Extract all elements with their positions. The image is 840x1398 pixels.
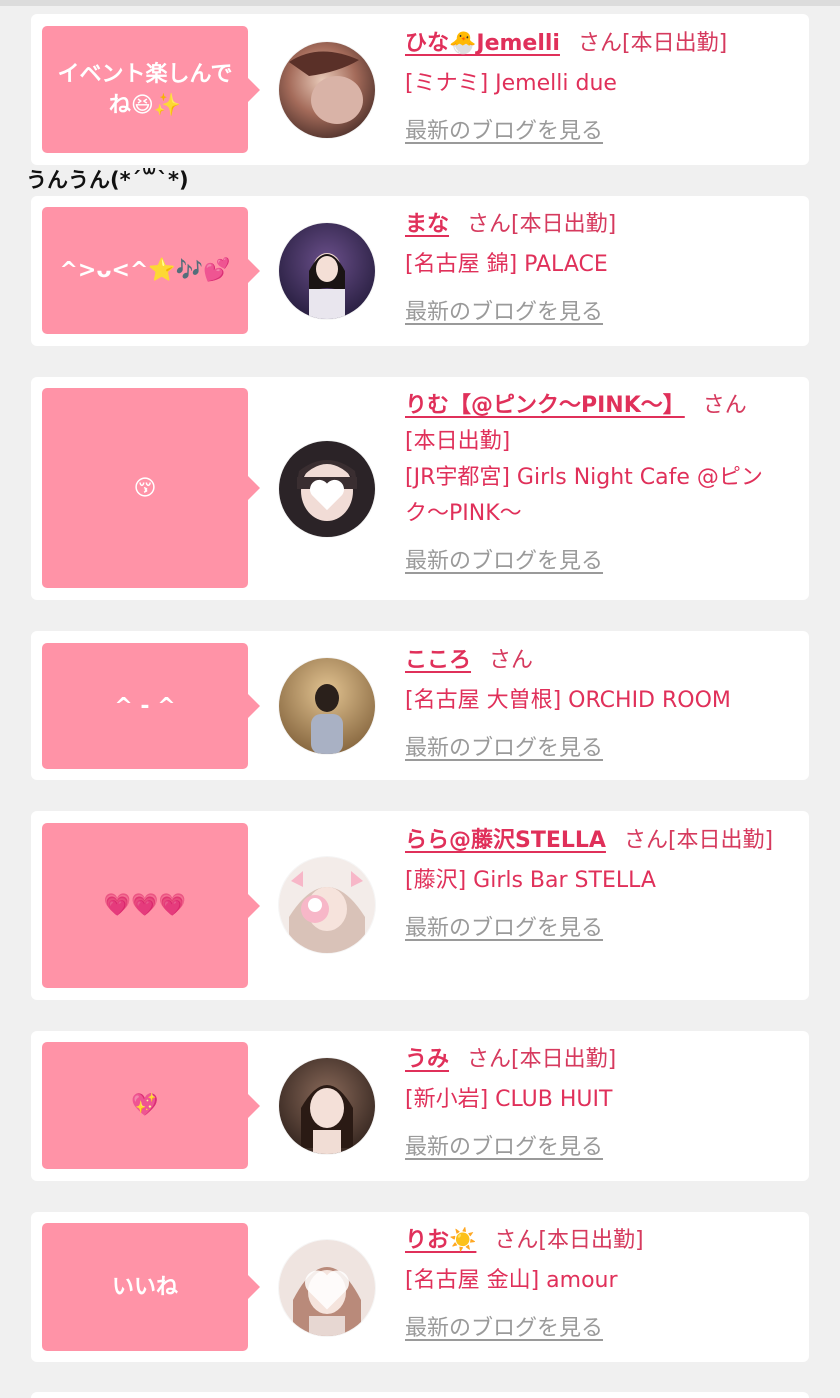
latest-blog-link[interactable]: 最新のブログを見る xyxy=(405,114,795,150)
heart-icon xyxy=(310,479,344,510)
honorific: さん xyxy=(494,1228,539,1253)
blog-feed-page: イベント楽しんでね😆✨ ひな🐣Jemelli さん[本日出勤] [ミナミ] Jem… xyxy=(0,0,840,1398)
girl-info: らら@藤沢STELLA さん[本日出勤] [藤沢] Girls Bar STELL… xyxy=(405,823,795,947)
avatar[interactable] xyxy=(279,857,375,953)
avatar[interactable] xyxy=(279,42,375,138)
girl-name-link[interactable]: こころ xyxy=(405,648,471,673)
comment-bubble: ^>ᴗ<^⭐🎶💕 xyxy=(42,207,260,334)
latest-blog-link[interactable]: 最新のブログを見る xyxy=(405,911,795,947)
comment-text: いいね xyxy=(111,1274,178,1300)
shop-name: [名古屋 大曽根] ORCHID ROOM xyxy=(405,688,731,713)
girl-card: 💖 うみ さん[本日出勤] [新小岩] CLUB HUIT 最新のブログを見る xyxy=(31,1031,809,1181)
shop-name: [藤沢] Girls Bar STELLA xyxy=(405,868,656,893)
comment-bubble: いいね xyxy=(42,1223,260,1351)
girl-card: いいね りお☀️ さん[本日出勤] [名古屋 金山] amour 最新のブログを見… xyxy=(31,1212,809,1362)
girl-card: ^ - ^ こころ さん [名古屋 大曽根] ORCHID ROOM 最新のブログ… xyxy=(31,631,809,780)
girl-card: ^>ᴗ<^⭐🎶💕 まな さん[本日出勤] [名古屋 錦] PALACE 最新のブ… xyxy=(31,196,809,346)
girl-info: りむ【@ピンク〜PINK〜】 さん [本日出勤] [JR宇都宮] Girls Ni… xyxy=(405,388,795,580)
girl-card: イベント楽しんでね😆✨ ひな🐣Jemelli さん[本日出勤] [ミナミ] Jem… xyxy=(31,14,809,165)
girl-name-link[interactable]: らら@藤沢STELLA xyxy=(405,828,606,853)
comment-text: 💗💗💗 xyxy=(103,893,187,918)
shop-name: [JR宇都宮] Girls Night Cafe @ピンク〜PINK〜 xyxy=(405,465,763,526)
girl-info: うみ さん[本日出勤] [新小岩] CLUB HUIT 最新のブログを見る xyxy=(405,1042,795,1166)
latest-blog-link[interactable]: 最新のブログを見る xyxy=(405,544,795,580)
comment-text: ^ - ^ xyxy=(114,693,176,719)
heart-icon xyxy=(305,1270,349,1310)
latest-blog-link[interactable]: 最新のブログを見る xyxy=(405,1130,795,1166)
avatar-photo xyxy=(279,1058,375,1154)
comment-text: 😚 xyxy=(133,475,157,501)
girl-name-link[interactable]: りお☀️ xyxy=(405,1228,476,1253)
work-status: [本日出勤] xyxy=(511,1047,617,1072)
girl-info: ひな🐣Jemelli さん[本日出勤] [ミナミ] Jemelli due 最新の… xyxy=(405,26,795,150)
next-card-peek xyxy=(31,1392,809,1398)
comment-text: 💖 xyxy=(131,1093,159,1118)
avatar-photo xyxy=(279,658,375,754)
honorific: さん xyxy=(577,31,622,56)
girl-info: りお☀️ さん[本日出勤] [名古屋 金山] amour 最新のブログを見る xyxy=(405,1223,795,1347)
comment-bubble: ^ - ^ xyxy=(42,643,260,769)
latest-blog-link[interactable]: 最新のブログを見る xyxy=(405,731,795,767)
work-status: [本日出勤] xyxy=(667,828,774,853)
avatar[interactable] xyxy=(279,658,375,754)
work-status: [本日出勤] xyxy=(511,212,617,237)
girl-info: こころ さん [名古屋 大曽根] ORCHID ROOM 最新のブログを見る xyxy=(405,643,795,767)
avatar[interactable] xyxy=(279,1058,375,1154)
girl-name-link[interactable]: うみ xyxy=(405,1047,449,1072)
avatar[interactable] xyxy=(279,441,375,537)
shop-name: [ミナミ] Jemelli due xyxy=(405,71,617,96)
avatar-photo xyxy=(279,223,375,319)
latest-blog-link[interactable]: 最新のブログを見る xyxy=(405,295,795,331)
girl-name-link[interactable]: りむ【@ピンク〜PINK〜】 xyxy=(405,393,685,418)
comment-bubble: 💖 xyxy=(42,1042,260,1169)
floating-comment: うんうん(*´꒳`*) xyxy=(26,168,189,192)
comment-text: イベント楽しんでね😆✨ xyxy=(57,61,233,118)
girl-info: まな さん[本日出勤] [名古屋 錦] PALACE 最新のブログを見る xyxy=(405,207,795,331)
work-status: [本日出勤] xyxy=(621,31,728,56)
honorific: さん xyxy=(489,648,534,673)
girl-name-link[interactable]: ひな🐣Jemelli xyxy=(405,31,560,56)
avatar[interactable] xyxy=(279,1240,375,1336)
comment-text: ^>ᴗ<^⭐🎶💕 xyxy=(59,258,231,283)
girl-card: 💗💗💗 らら@藤沢STELLA さん[本日出勤] [藤沢] Girls Bar S… xyxy=(31,811,809,1000)
shop-name: [名古屋 錦] PALACE xyxy=(405,252,608,277)
top-divider xyxy=(0,0,840,6)
avatar-photo xyxy=(279,42,375,138)
honorific: さん xyxy=(623,828,668,853)
honorific: さん xyxy=(467,1047,512,1072)
girl-name-link[interactable]: まな xyxy=(405,212,449,237)
avatar[interactable] xyxy=(279,223,375,319)
comment-bubble: 😚 xyxy=(42,388,260,588)
shop-name: [名古屋 金山] amour xyxy=(405,1268,618,1293)
work-status: [本日出勤] xyxy=(405,429,511,454)
girl-card: 😚 りむ【@ピンク〜PINK〜】 さん [本日出勤] [JR宇都宮] Girls … xyxy=(31,377,809,600)
work-status: [本日出勤] xyxy=(538,1228,644,1253)
latest-blog-link[interactable]: 最新のブログを見る xyxy=(405,1311,795,1347)
avatar-photo xyxy=(279,857,375,953)
honorific: さん xyxy=(702,393,747,418)
shop-name: [新小岩] CLUB HUIT xyxy=(405,1087,613,1112)
honorific: さん xyxy=(467,212,512,237)
comment-bubble: イベント楽しんでね😆✨ xyxy=(42,26,260,153)
comment-bubble: 💗💗💗 xyxy=(42,823,260,988)
